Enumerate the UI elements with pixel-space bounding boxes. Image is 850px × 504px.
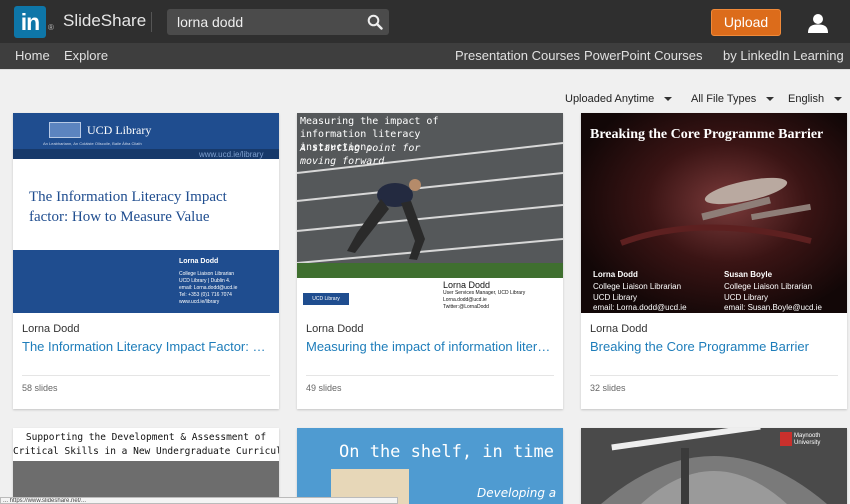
top-bar: in ® SlideShare Upload [0,0,850,43]
nav-explore[interactable]: Explore [64,48,108,63]
thumb-title: The Information Literacy Impact factor: … [29,189,227,225]
university-crest-icon [780,432,792,446]
thumb-title: Supporting the Development & Assessment … [25,432,267,443]
filter-file-type[interactable]: All File Types [691,93,775,105]
ucd-crest-icon [49,122,81,138]
thumb-title: Breaking the Core Programme Barrier [590,127,824,142]
thumb-detail: College Liaison Librarian [179,271,235,277]
filter-bar: Uploaded Anytime All File Types English [0,69,850,109]
presentation-card[interactable]: On the shelf, in time Developing a [297,428,563,504]
presentation-thumbnail[interactable]: Supporting the Development & Assessment … [13,428,279,504]
chevron-down-icon [766,97,775,102]
linkedin-logo[interactable]: in [14,6,46,38]
thumb-title: Critical Skills in a New Undergraduate C… [13,446,279,457]
nav-bar: Home Explore Presentation Courses PowerP… [0,43,850,69]
presentation-thumbnail[interactable]: Maynooth University [581,428,847,504]
presentation-thumbnail[interactable]: Breaking the Core Programme Barrier Lorn… [581,113,847,313]
filter-language-label: English [788,93,825,105]
search-input[interactable] [167,9,357,35]
thumb-detail: Lorna.dodd@ucd.ie [443,297,487,303]
card-title[interactable]: Measuring the impact of information lite… [306,339,556,354]
user-icon[interactable] [807,13,829,33]
thumb-detail: email: Lorna.dodd@ucd.ie [593,303,687,312]
registered-mark: ® [48,23,54,32]
thumb-detail: email: Susan.Boyle@ucd.ie [724,303,822,312]
filter-file-type-label: All File Types [691,93,757,105]
card-author[interactable]: Lorna Dodd [590,323,648,335]
card-divider [590,375,838,376]
thumb-header: UCD Library [87,123,152,137]
thumb-info-band [13,250,279,313]
nav-home[interactable]: Home [15,48,50,63]
presentation-card[interactable]: Breaking the Core Programme Barrier Lorn… [581,113,847,409]
thumb-detail: Twitter:@LornaDodd [443,304,489,310]
chevron-down-icon [664,97,673,102]
presentation-card[interactable]: Supporting the Development & Assessment … [13,428,279,504]
presentation-card[interactable]: UCD Library An Leabharlann, An Coláiste … [13,113,279,409]
thumb-title: On the shelf, in time [339,442,554,462]
filter-upload-date[interactable]: Uploaded Anytime [565,93,673,105]
thumb-detail: College Liaison Librarian [593,282,682,291]
thumb-detail: www.ucd.ie/library [179,299,220,305]
thumb-detail: Tel: +353 (0)1 716 7074 [179,292,232,298]
presentation-thumbnail[interactable]: Measuring the impact of information lite… [297,113,563,313]
thumb-detail: UCD Library [724,293,769,302]
chevron-down-icon [834,97,843,102]
thumb-presenter: Susan Boyle [724,270,773,279]
university-badge: Maynooth University [794,433,821,446]
thumb-subtitle: Developing a [477,486,557,500]
slide-count: 32 slides [590,383,626,393]
slide-count: 58 slides [22,383,58,393]
presentation-thumbnail[interactable]: UCD Library An Leabharlann, An Coláiste … [13,113,279,313]
header-divider [151,12,152,32]
presentation-thumbnail[interactable]: On the shelf, in time Developing a [297,428,563,504]
thumb-detail: User Services Manager, UCD Library [443,290,526,296]
card-title[interactable]: The Information Literacy Impact Factor: … [22,339,272,354]
slide-count: 49 slides [306,383,342,393]
upload-button[interactable]: Upload [711,9,781,36]
card-divider [306,375,554,376]
thumb-detail: College Liaison Librarian [724,282,813,291]
thumb-presenter: Lorna Dodd [443,280,491,290]
card-author[interactable]: Lorna Dodd [22,323,80,335]
thumb-detail: UCD Library [593,293,638,302]
ucd-library-badge: UCD Library [303,293,349,305]
presentation-card[interactable]: Measuring the impact of information lite… [297,113,563,409]
presentation-card[interactable]: Maynooth University [581,428,847,504]
card-title[interactable]: Breaking the Core Programme Barrier [590,339,840,354]
filter-upload-date-label: Uploaded Anytime [565,93,655,105]
card-divider [22,375,270,376]
search-box [167,9,389,35]
filter-language[interactable]: English [788,93,843,105]
thumb-header-sub: An Leabharlann, An Coláiste Ollscoile, B… [43,141,142,146]
search-icon[interactable] [367,14,383,30]
thumb-detail: UCD Library | Dublin 4. [179,278,231,284]
thumb-detail: email: Lorna.dodd@ucd.ie [179,285,238,291]
thumb-presenter: Lorna Dodd [179,258,219,265]
card-author[interactable]: Lorna Dodd [306,323,364,335]
nav-presentation-courses[interactable]: Presentation Courses [455,48,580,63]
thumb-url: www.ucd.ie/library [199,150,264,159]
nav-linkedin-learning[interactable]: by LinkedIn Learning [723,48,844,63]
nav-powerpoint-courses[interactable]: PowerPoint Courses [584,48,703,63]
thumb-presenter: Lorna Dodd [593,270,638,279]
browser-status-bar: ... https://www.slideshare.net/... [0,497,398,504]
brand-name[interactable]: SlideShare [63,11,146,31]
thumb-subtitle: A starting point for moving forward [300,143,421,167]
